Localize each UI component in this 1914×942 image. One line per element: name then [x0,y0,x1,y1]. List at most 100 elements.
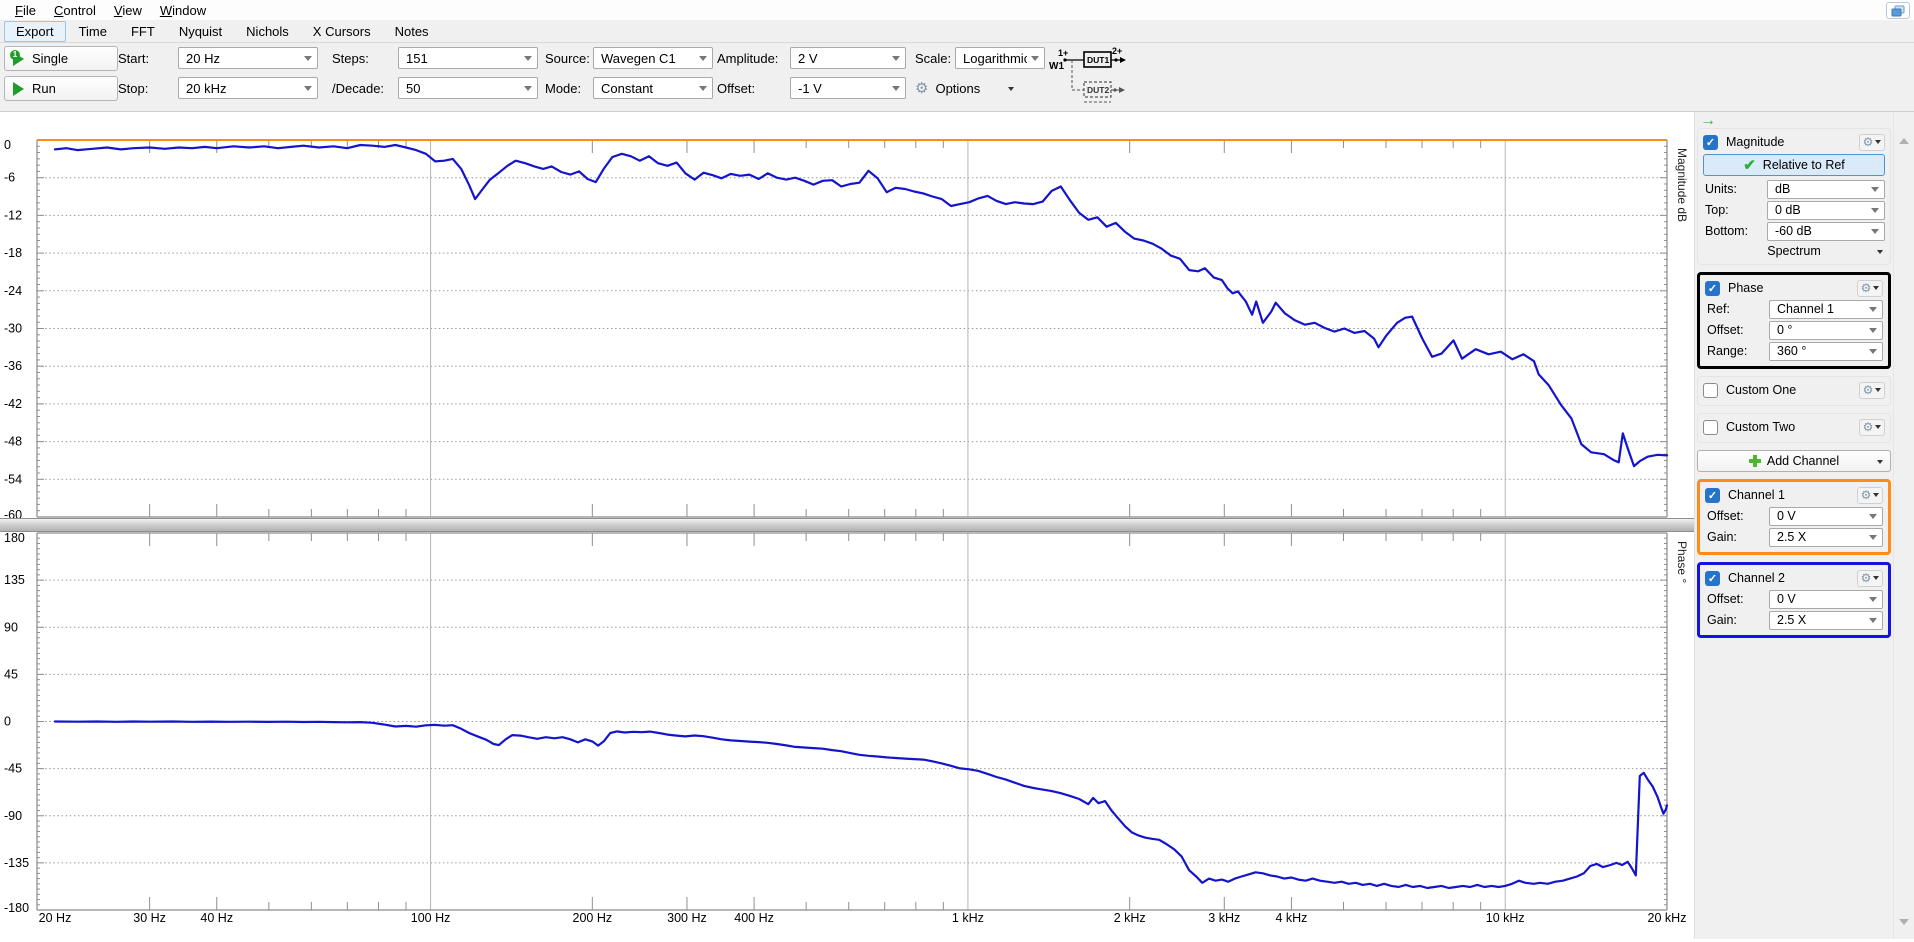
svg-text:300 Hz: 300 Hz [667,911,707,925]
restore-window-button[interactable] [1886,2,1910,19]
offset-select[interactable]: -1 V [790,77,906,99]
channel1-label: Channel 1 [1728,488,1785,502]
channel1-checkbox[interactable]: ✓ [1705,488,1720,503]
channel2-group: ✓ Channel 2 ⚙ Offset: 0 V Gain: 2.5 X [1697,562,1891,638]
tab-nichols[interactable]: Nichols [235,22,300,41]
caret-down-icon [1873,576,1879,580]
tab-export[interactable]: Export [4,21,66,42]
chevron-down-icon [1869,349,1877,354]
dut1-label: DUT1 [1087,55,1109,65]
phase-range-label: Range: [1705,344,1769,358]
tab-nyquist[interactable]: Nyquist [168,22,233,41]
phase-range-select[interactable]: 360 ° [1769,342,1883,361]
units-select[interactable]: dB [1767,180,1885,199]
tab-fft[interactable]: FFT [120,22,166,41]
chevron-down-icon [892,86,900,91]
run-button[interactable]: Run [4,76,118,101]
gear-icon: ⚙ [1863,384,1874,396]
channel1-offset-label: Offset: [1705,509,1769,523]
phase-checkbox[interactable]: ✓ [1705,281,1720,296]
start-select[interactable]: 20 Hz [178,47,318,69]
custom-one-group: Custom One ⚙ [1697,376,1891,406]
play-icon [13,82,24,96]
channel1-gain-select[interactable]: 2.5 X [1769,528,1883,547]
magnitude-checkbox[interactable]: ✓ [1703,135,1718,150]
svg-text:-30: -30 [4,322,22,336]
channel2-checkbox[interactable]: ✓ [1705,571,1720,586]
options-button[interactable]: ⚙ Options [915,76,1045,101]
mode-select[interactable]: Constant [593,77,713,99]
chevron-down-icon [699,86,707,91]
stop-select[interactable]: 20 kHz [178,77,318,99]
custom-one-checkbox[interactable] [1703,383,1718,398]
caret-down-icon [1875,140,1881,144]
acquisition-toolbar: 1 Single Run Start: 20 Hz Stop: 20 kHz S… [0,43,1914,112]
steps-select[interactable]: 151 [398,47,538,69]
tab-notes[interactable]: Notes [384,22,440,41]
scale-value: Logarithmic [963,51,1027,66]
add-channel-button[interactable]: Add Channel [1697,450,1891,472]
custom-two-checkbox[interactable] [1703,420,1718,435]
gear-icon: ⚙ [1863,136,1874,148]
magnitude-gear-button[interactable]: ⚙ [1859,134,1885,151]
chevron-down-icon [892,56,900,61]
svg-text:400 Hz: 400 Hz [734,911,774,925]
chevron-down-icon [1869,307,1877,312]
scroll-up-icon[interactable] [1899,138,1909,144]
phase-ref-select[interactable]: Channel 1 [1769,300,1883,319]
svg-text:-180: -180 [4,901,29,915]
channel2-offset-select[interactable]: 0 V [1769,590,1883,609]
magnitude-group: ✓ Magnitude ⚙ ✔ Relative to Ref Units: d… [1697,128,1891,265]
svg-text:2 kHz: 2 kHz [1114,911,1146,925]
svg-text:1 kHz: 1 kHz [952,911,984,925]
offset-value: -1 V [798,81,888,96]
phase-gear-button[interactable]: ⚙ [1857,280,1883,297]
green-check-icon: ✔ [1743,156,1756,174]
caret-down-icon [1008,87,1014,91]
menu-window[interactable]: Window [151,1,215,20]
svg-text:10 kHz: 10 kHz [1486,911,1525,925]
caret-down-icon [1875,425,1881,429]
channel1-offset-select[interactable]: 0 V [1769,507,1883,526]
amplitude-label: Amplitude: [717,46,778,71]
chevron-down-icon [524,56,532,61]
source-label: Source: [545,46,590,71]
phase-offset-select[interactable]: 0 ° [1769,321,1883,340]
sidebar-scrollbar[interactable] [1893,112,1914,939]
svg-text:-48: -48 [4,435,22,449]
tab-time[interactable]: Time [68,22,118,41]
scale-select[interactable]: Logarithmic [955,47,1045,69]
custom-two-gear-button[interactable]: ⚙ [1859,419,1885,436]
phase-offset-label: Offset: [1705,323,1769,337]
amplitude-select[interactable]: 2 V [790,47,906,69]
add-channel-label: Add Channel [1767,454,1839,468]
menu-file[interactable]: File [6,1,45,20]
tab-x-cursors[interactable]: X Cursors [302,22,382,41]
per-decade-label: /Decade: [332,76,384,101]
custom-one-gear-button[interactable]: ⚙ [1859,382,1885,399]
scroll-down-icon[interactable] [1899,919,1909,925]
spectrum-mode-dropdown[interactable]: Spectrum [1703,242,1885,260]
svg-text:20 Hz: 20 Hz [39,911,72,925]
plot-splitter-handle[interactable] [0,518,1694,532]
single-button[interactable]: 1 Single [4,46,118,71]
collapse-panel-arrow-icon[interactable]: → [1700,113,1716,129]
relative-to-ref-button[interactable]: ✔ Relative to Ref [1703,154,1885,176]
caret-down-icon [1877,460,1883,464]
svg-text:90: 90 [4,620,18,634]
plus-icon [1749,455,1761,467]
source-select[interactable]: Wavegen C1 [593,47,713,69]
bottom-select[interactable]: -60 dB [1767,222,1885,241]
menu-view[interactable]: View [105,1,151,20]
svg-text:-24: -24 [4,284,22,298]
gear-icon: ⚙ [1861,572,1872,584]
top-select[interactable]: 0 dB [1767,201,1885,220]
channel2-label: Channel 2 [1728,571,1785,585]
channel1-gear-button[interactable]: ⚙ [1857,487,1883,504]
channel2-gain-select[interactable]: 2.5 X [1769,611,1883,630]
w1-label: W1 [1049,61,1064,72]
per-decade-select[interactable]: 50 [398,77,538,99]
offset-label: Offset: [717,76,755,101]
channel2-gear-button[interactable]: ⚙ [1857,570,1883,587]
menu-control[interactable]: Control [45,1,105,20]
